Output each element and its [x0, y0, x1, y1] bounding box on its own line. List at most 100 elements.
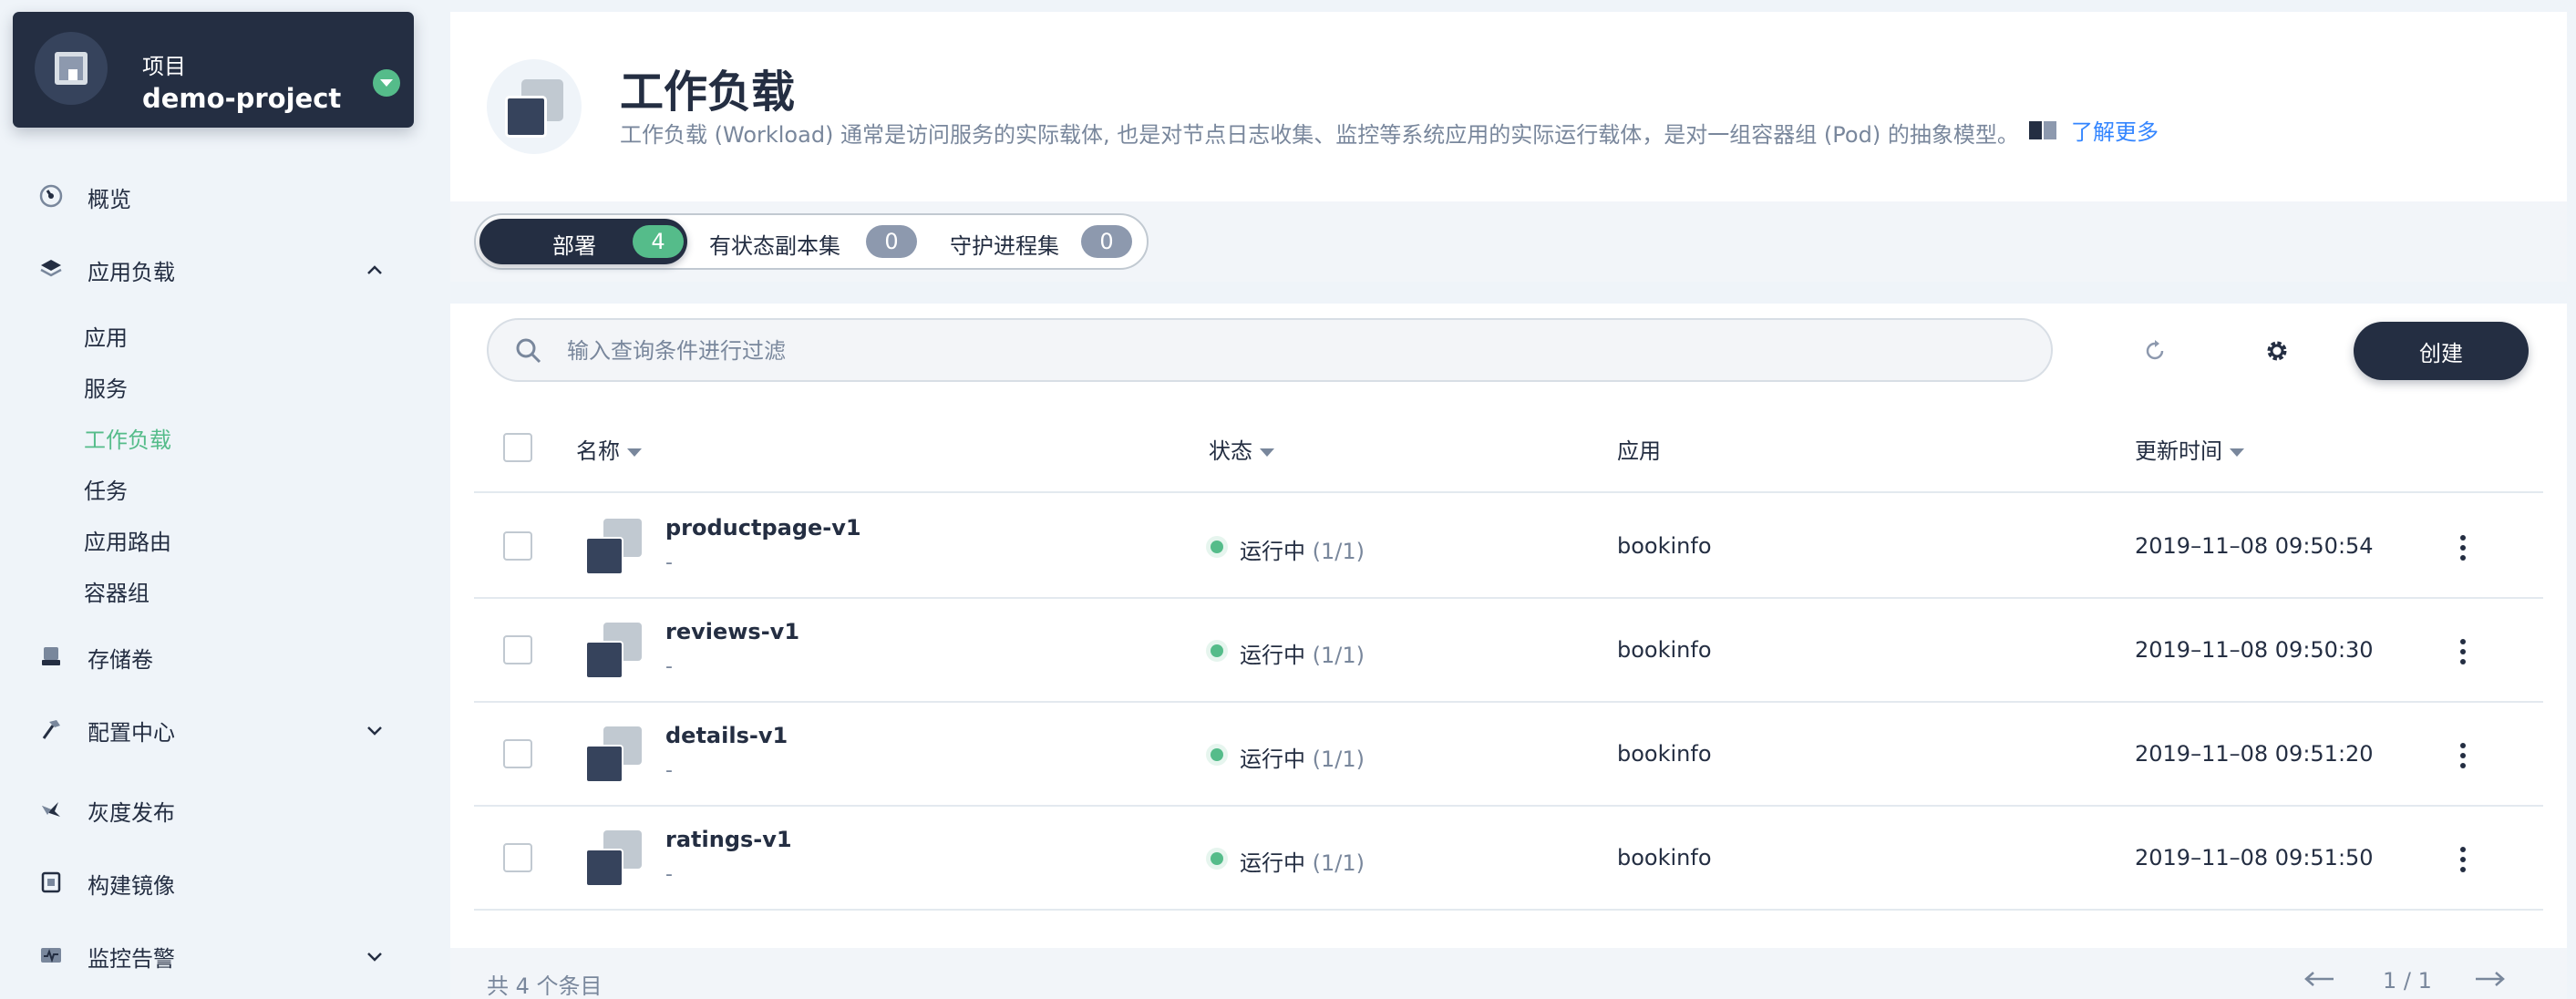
status-text: 运行中 (1/1) — [1240, 533, 1365, 565]
sidebar-item-image-builder[interactable]: 构建镜像 — [0, 857, 432, 908]
search-bar[interactable] — [487, 318, 2053, 382]
sort-caret-icon — [627, 448, 642, 457]
tab-count-badge: 4 — [633, 225, 684, 258]
sidebar-item-label: 应用负载 — [88, 260, 175, 285]
column-app: 应用 — [1617, 433, 1661, 465]
more-actions-icon[interactable] — [2454, 845, 2472, 874]
workload-name[interactable]: productpage-v1 — [665, 515, 861, 541]
row-checkbox[interactable] — [503, 635, 532, 664]
status-text: 运行中 (1/1) — [1240, 741, 1365, 773]
project-selector[interactable]: 项目 demo-project — [13, 12, 414, 128]
column-label: 应用 — [1617, 438, 1661, 464]
status-label: 运行中 — [1240, 643, 1305, 668]
sidebar-item-grayscale[interactable]: 灰度发布 — [0, 784, 432, 835]
sort-caret-icon — [2230, 448, 2244, 457]
tab-label: 有状态副本集 — [709, 233, 840, 259]
create-button[interactable]: 创建 — [2354, 322, 2529, 380]
status-label: 运行中 — [1240, 539, 1305, 564]
more-actions-icon[interactable] — [2454, 741, 2472, 770]
workload-name[interactable]: reviews-v1 — [665, 619, 799, 644]
search-input[interactable] — [567, 333, 2025, 369]
tab-deployments[interactable]: 部署 4 — [479, 219, 687, 264]
tab-daemonsets[interactable]: 守护进程集 0 — [950, 219, 1147, 264]
chevron-down-icon — [367, 726, 382, 736]
workload-name[interactable]: ratings-v1 — [665, 827, 792, 852]
chevron-down-icon[interactable] — [373, 69, 400, 97]
deployment-icon — [585, 623, 642, 679]
status-ratio: (1/1) — [1312, 539, 1365, 564]
sidebar-subitem-pods[interactable]: 容器组 — [84, 575, 149, 607]
refresh-icon[interactable] — [2142, 338, 2168, 364]
sidebar-subitem-routes[interactable]: 应用路由 — [84, 524, 171, 556]
column-label: 名称 — [576, 438, 620, 464]
status-label: 运行中 — [1240, 850, 1305, 876]
sidebar-subitem-apps[interactable]: 应用 — [84, 320, 128, 352]
deployment-icon — [585, 519, 642, 575]
updated-time: 2019–11–08 09:50:54 — [2135, 533, 2374, 559]
workload-type-bar: 部署 4 有状态副本集 0 守护进程集 0 — [450, 201, 2567, 282]
image-build-icon — [41, 871, 61, 893]
arrow-right-icon[interactable] — [2472, 970, 2509, 988]
workload-name[interactable]: details-v1 — [665, 723, 788, 748]
row-checkbox[interactable] — [503, 531, 532, 561]
status-dot-icon — [1211, 541, 1223, 553]
row-checkbox[interactable] — [503, 843, 532, 872]
tab-statefulsets[interactable]: 有状态副本集 0 — [709, 219, 928, 264]
tab-label: 守护进程集 — [950, 233, 1059, 259]
table-row[interactable]: ratings-v1 - 运行中 (1/1) bookinfo 2019–11–… — [474, 807, 2543, 911]
row-checkbox[interactable] — [503, 739, 532, 768]
table-row[interactable]: reviews-v1 - 运行中 (1/1) bookinfo 2019–11–… — [474, 599, 2543, 703]
status-ratio: (1/1) — [1312, 850, 1365, 876]
project-building-icon — [35, 32, 108, 105]
more-actions-icon[interactable] — [2454, 637, 2472, 666]
app-cell: bookinfo — [1617, 845, 1712, 870]
select-all-checkbox[interactable] — [503, 433, 532, 462]
more-actions-icon[interactable] — [2454, 533, 2472, 562]
updated-time: 2019–11–08 09:51:20 — [2135, 741, 2374, 767]
column-status[interactable]: 状态 — [1209, 433, 1274, 465]
status-label: 运行中 — [1240, 747, 1305, 772]
table-row[interactable]: details-v1 - 运行中 (1/1) bookinfo 2019–11–… — [474, 703, 2543, 807]
layers-icon — [40, 260, 62, 277]
monitor-icon — [41, 948, 61, 963]
workload-icon — [487, 59, 582, 154]
sidebar-item-overview[interactable]: 概览 — [0, 170, 432, 221]
updated-time: 2019–11–08 09:51:50 — [2135, 845, 2374, 870]
updated-time: 2019–11–08 09:50:30 — [2135, 637, 2374, 663]
sidebar-subitem-workloads[interactable]: 工作负载 — [84, 422, 171, 454]
page-title: 工作负载 — [620, 67, 796, 118]
table-footer: 共 4 个条目 1 / 1 — [450, 948, 2567, 999]
sidebar-item-volumes[interactable]: 存储卷 — [0, 631, 432, 682]
project-name: demo-project — [142, 83, 342, 114]
table-row[interactable]: productpage-v1 - 运行中 (1/1) bookinfo 2019… — [474, 495, 2543, 599]
sidebar-subitem-services[interactable]: 服务 — [84, 371, 128, 403]
sidebar-item-monitoring[interactable]: 监控告警 — [0, 930, 432, 981]
sidebar-item-label: 监控告警 — [88, 946, 175, 972]
project-caption: 项目 — [142, 54, 186, 79]
status-dot-icon — [1211, 852, 1223, 865]
column-updated[interactable]: 更新时间 — [2135, 433, 2244, 465]
status-text: 运行中 (1/1) — [1240, 637, 1365, 669]
gear-icon[interactable] — [2264, 338, 2290, 364]
sidebar-item-label: 配置中心 — [88, 720, 175, 746]
total-count: 共 4 个条目 — [487, 973, 603, 999]
workload-desc: - — [665, 759, 673, 782]
sidebar-item-config[interactable]: 配置中心 — [0, 704, 432, 755]
sidebar-item-workloads[interactable]: 应用负载 — [0, 243, 432, 294]
sidebar-item-label: 存储卷 — [88, 647, 153, 673]
workload-desc: - — [665, 863, 673, 886]
sidebar: 项目 demo-project 概览 应用负载 应用 服务 工作负载 任务 应用… — [0, 0, 432, 999]
sidebar-item-label: 概览 — [88, 187, 131, 212]
sidebar-subitem-jobs[interactable]: 任务 — [84, 473, 128, 505]
page-description: 工作负载 (Workload) 通常是访问服务的实际载体, 也是对节点日志收集、… — [620, 122, 2019, 148]
sidebar-item-label: 构建镜像 — [88, 873, 175, 899]
search-icon — [516, 338, 541, 364]
learn-more-link[interactable]: 了解更多 — [2071, 114, 2159, 146]
storage-icon — [42, 647, 60, 665]
arrow-left-icon[interactable] — [2301, 970, 2337, 988]
status-ratio: (1/1) — [1312, 747, 1365, 772]
hammer-icon — [42, 720, 60, 739]
column-name[interactable]: 名称 — [576, 433, 642, 465]
page-indicator: 1 / 1 — [2383, 968, 2432, 994]
app-cell: bookinfo — [1617, 741, 1712, 767]
